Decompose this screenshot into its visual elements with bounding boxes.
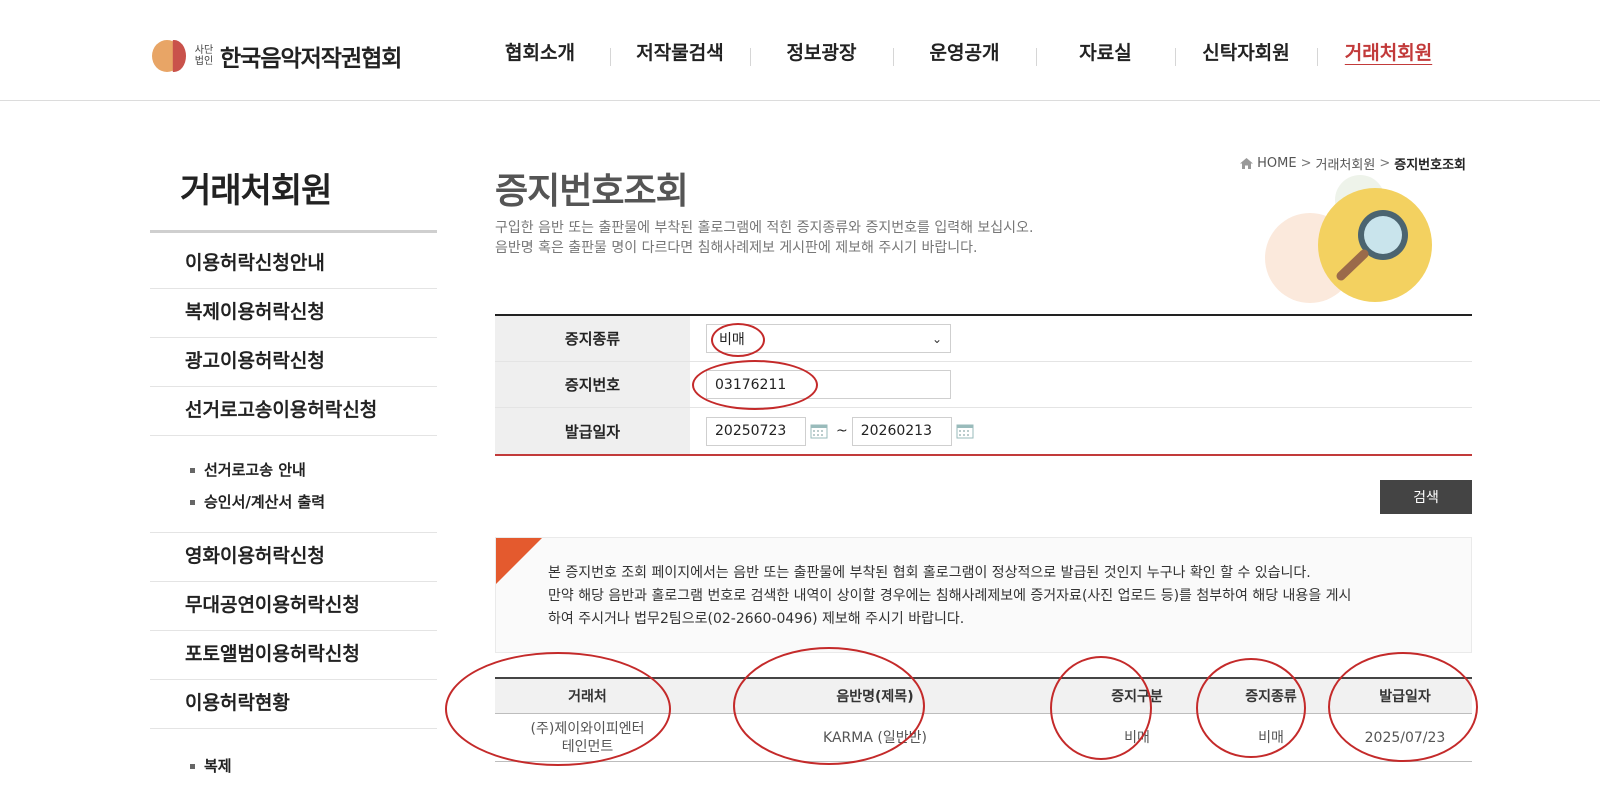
sidebar-item-license-status[interactable]: 이용허락현황 [150, 680, 437, 729]
logo-subtitle: 사단 법인 [194, 45, 214, 67]
sidebar-subitem-reproduction[interactable]: 복제 [190, 755, 232, 776]
stamp-number-input[interactable]: 03176211 [706, 370, 951, 399]
notice-line: 본 증지번호 조회 페이지에서는 음반 또는 출판물에 부착된 협회 홀로그램이… [548, 565, 1311, 581]
logo-name: 한국음악저작권협회 [220, 46, 402, 72]
sidebar-menu: 이용허락신청안내 복제이용허락신청 광고이용허락신청 선거로고송이용허락신청 선… [150, 240, 437, 729]
nav-item-archive[interactable]: 자료실 [1036, 38, 1175, 66]
sidebar-subitem-election-guide[interactable]: 선거로고송 안내 [190, 454, 437, 486]
table-row: (주)제이와이피엔터 테인먼트 KARMA (일반반) 비매 비매 2025/0… [495, 714, 1472, 762]
site-header: 사단 법인 한국음악저작권협회 협회소개 저작물검색 정보광장 운영공개 자료실… [0, 0, 1600, 101]
sidebar-item-movie[interactable]: 영화이용허락신청 [150, 533, 437, 582]
column-header-album: 음반명(제목) [836, 689, 914, 705]
cell-category: 비매 [1124, 729, 1150, 746]
notice-corner-icon [496, 538, 542, 584]
client-name-line: (주)제이와이피엔터 [530, 720, 645, 737]
page-description: 구입한 음반 또는 출판물에 부착된 홀로그램에 적힌 증지종류와 증지번호를 … [495, 218, 1033, 258]
cell-client: (주)제이와이피엔터 테인먼트 [495, 714, 680, 761]
form-row-date: 발급일자 20250723 ~ 20260213 [495, 408, 1472, 454]
stamp-type-label: 증지종류 [495, 316, 690, 361]
sidebar-divider [150, 230, 437, 233]
nav-item-works-search[interactable]: 저작물검색 [610, 38, 750, 66]
magnifier-illustration-icon [1265, 175, 1432, 303]
column-header-type: 증지종류 [1245, 689, 1297, 705]
client-name-line: 테인먼트 [561, 738, 614, 755]
breadcrumb-separator: > [1379, 156, 1391, 171]
search-form: 증지종류 비매 ⌄ 증지번호 03176211 발급일자 20250723 ~ … [495, 314, 1472, 456]
date-to-input[interactable]: 20260213 [851, 416, 952, 446]
date-range-tilde: ~ [836, 423, 848, 439]
column-header-category: 증지구분 [1111, 689, 1163, 705]
nav-item-client-members[interactable]: 거래처회원 [1317, 38, 1460, 66]
cell-date: 2025/07/23 [1364, 729, 1446, 746]
notice-line: 만약 해당 음반과 홀로그램 번호로 검색한 내역이 상이할 경우에는 침해사례… [548, 588, 1352, 604]
sidebar-item-reproduction[interactable]: 복제이용허락신청 [150, 289, 437, 338]
sidebar-sublist: 선거로고송 안내 승인서/계산서 출력 [150, 436, 437, 533]
nav-item-info[interactable]: 정보광장 [750, 38, 893, 66]
search-button[interactable]: 검색 [1380, 480, 1472, 514]
sidebar-title: 거래처회원 [180, 171, 332, 211]
cell-type: 비매 [1258, 729, 1284, 746]
description-line: 구입한 음반 또는 출판물에 부착된 홀로그램에 적힌 증지종류와 증지번호를 … [495, 220, 1034, 236]
form-row-type: 증지종류 비매 ⌄ [495, 316, 1472, 362]
nav-item-disclosure[interactable]: 운영공개 [893, 38, 1036, 66]
result-table: 거래처 음반명(제목) 증지구분 증지종류 발급일자 (주)제이와이피엔터 테인… [495, 677, 1472, 762]
column-header-client: 거래처 [568, 689, 607, 705]
table-header-row: 거래처 음반명(제목) 증지구분 증지종류 발급일자 [495, 679, 1472, 714]
page-title: 증지번호조회 [495, 171, 689, 212]
sidebar-item-license-guide[interactable]: 이용허락신청안내 [150, 240, 437, 289]
sidebar-item-stage-performance[interactable]: 무대공연이용허락신청 [150, 582, 437, 631]
sidebar-subitem-receipt-print[interactable]: 승인서/계산서 출력 [190, 486, 437, 518]
cell-album: KARMA (일반반) [823, 729, 927, 746]
logo-mark-icon [152, 38, 188, 74]
chevron-down-icon: ⌄ [931, 331, 942, 346]
sidebar-item-election-song[interactable]: 선거로고송이용허락신청 [150, 387, 437, 436]
calendar-icon[interactable] [810, 423, 828, 439]
nav-item-about[interactable]: 협회소개 [470, 38, 610, 65]
notice-text: 본 증지번호 조회 페이지에서는 음반 또는 출판물에 부착된 협회 홀로그램이… [548, 562, 1351, 631]
column-header-date: 발급일자 [1379, 689, 1431, 705]
notice-line: 하여 주시거나 법무2팀으로(02-2660-0496) 제보해 주시기 바랍니… [548, 611, 965, 627]
issue-date-label: 발급일자 [495, 408, 690, 454]
home-icon [1240, 158, 1254, 169]
calendar-icon[interactable] [956, 423, 974, 439]
breadcrumb-home[interactable]: HOME [1257, 156, 1296, 171]
stamp-number-label: 증지번호 [495, 362, 690, 407]
description-line: 음반명 혹은 출판물 명이 다르다면 침해사례제보 게시판에 제보해 주시기 바… [495, 240, 978, 256]
nav-item-trustee-members[interactable]: 신탁자회원 [1175, 38, 1317, 66]
main-nav: 협회소개 저작물검색 정보광장 운영공개 자료실 신탁자회원 거래처회원 [470, 38, 1460, 66]
site-logo[interactable]: 사단 법인 한국음악저작권협회 [152, 38, 402, 74]
sidebar-item-advertising[interactable]: 광고이용허락신청 [150, 338, 437, 387]
stamp-type-value: 비매 [719, 331, 745, 348]
date-from-input[interactable]: 20250723 [706, 416, 806, 446]
stamp-type-select[interactable]: 비매 ⌄ [706, 324, 951, 353]
form-row-number: 증지번호 03176211 [495, 362, 1472, 408]
notice-box: 본 증지번호 조회 페이지에서는 음반 또는 출판물에 부착된 협회 홀로그램이… [495, 537, 1472, 653]
breadcrumb-separator: > [1300, 156, 1312, 171]
sidebar-item-photo-album[interactable]: 포토앨범이용허락신청 [150, 631, 437, 680]
